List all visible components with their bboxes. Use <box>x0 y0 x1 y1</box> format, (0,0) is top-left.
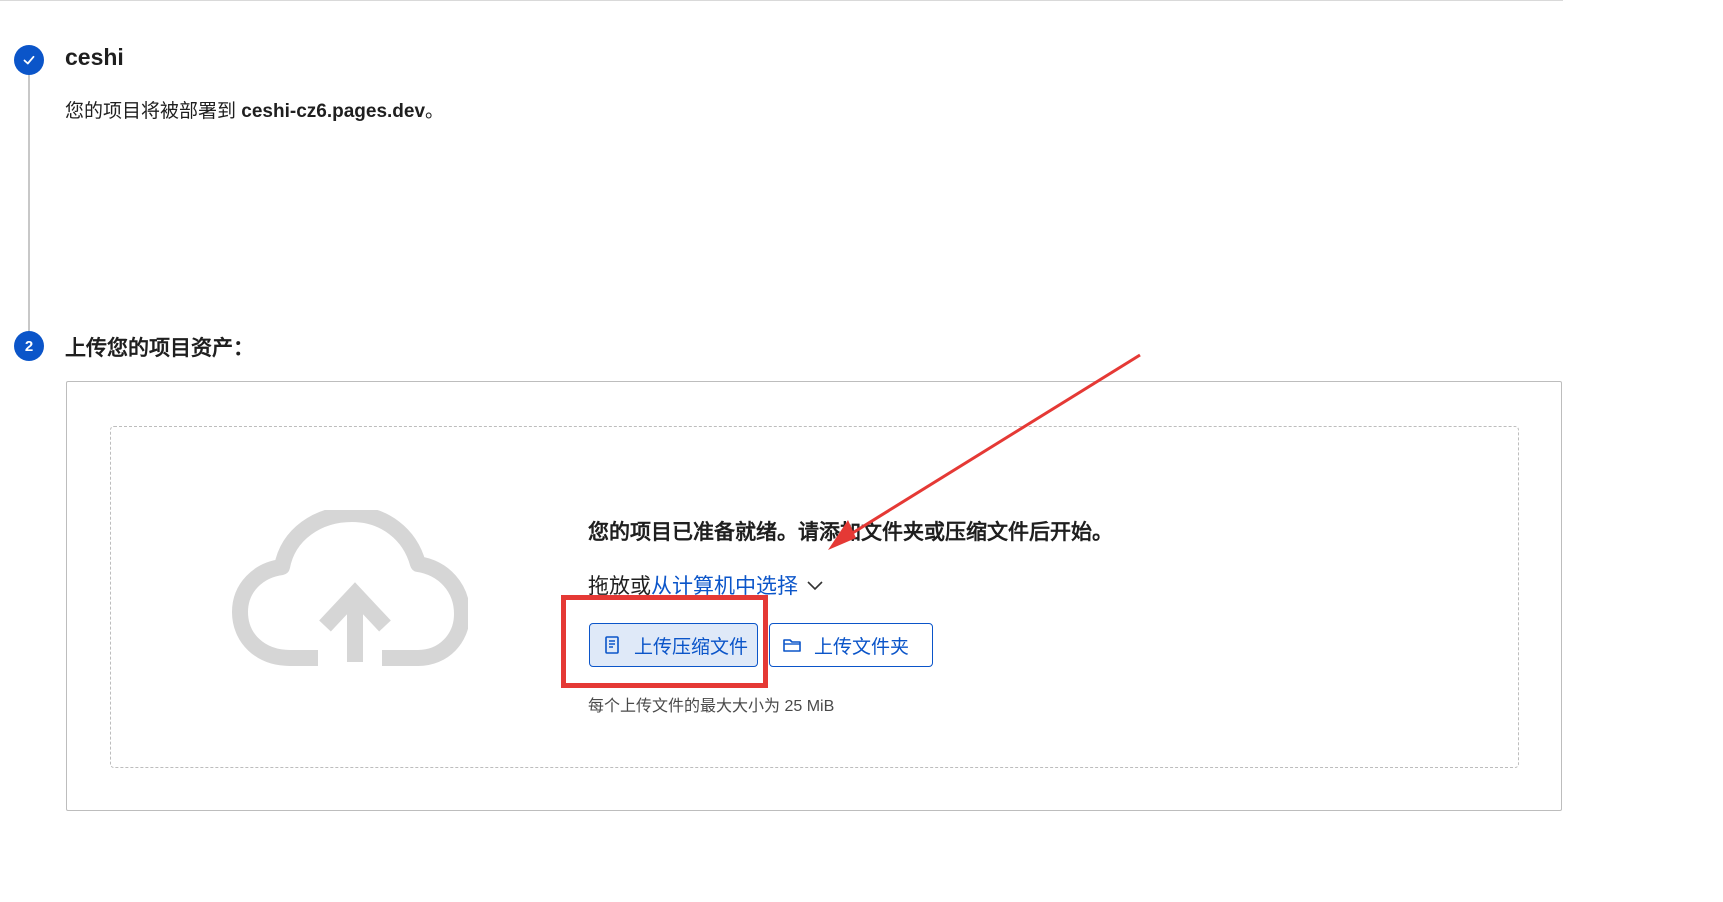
top-divider <box>0 0 1563 1</box>
cloud-upload-icon <box>232 510 468 666</box>
step2-number-badge: 2 <box>14 331 44 361</box>
check-icon <box>23 55 35 65</box>
upload-zip-label: 上传压缩文件 <box>634 636 749 658</box>
upload-folder-label: 上传文件夹 <box>814 636 910 658</box>
max-file-size-note: 每个上传文件的最大大小为 25 MiB <box>588 698 835 715</box>
deploy-domain: ceshi-cz6.pages.dev <box>241 101 426 122</box>
step1-complete-badge <box>14 45 44 75</box>
upload-folder-button[interactable]: 上传文件夹 <box>769 623 933 667</box>
upload-zip-button[interactable]: 上传压缩文件 <box>589 623 758 667</box>
select-from-computer-link[interactable]: 从计算机中选择 <box>651 570 798 600</box>
folder-icon <box>783 639 801 652</box>
deploy-suffix: 。 <box>425 101 445 122</box>
step2-title: 上传您的项目资产： <box>65 337 254 360</box>
deploy-prefix: 您的项目将被部署到 <box>65 101 242 122</box>
drag-or-select-line: 拖放或 从计算机中选择 <box>588 570 824 600</box>
deploy-target-text: 您的项目将被部署到 ceshi-cz6.pages.dev。 <box>65 96 444 123</box>
file-icon <box>605 636 619 654</box>
step-connector-line <box>28 72 30 334</box>
ready-message: 您的项目已准备就绪。请添加文件夹或压缩文件后开始。 <box>588 521 1113 544</box>
step1-title: ceshi <box>65 44 124 70</box>
drag-prefix: 拖放或 <box>588 575 651 598</box>
chevron-down-icon[interactable] <box>806 576 824 594</box>
